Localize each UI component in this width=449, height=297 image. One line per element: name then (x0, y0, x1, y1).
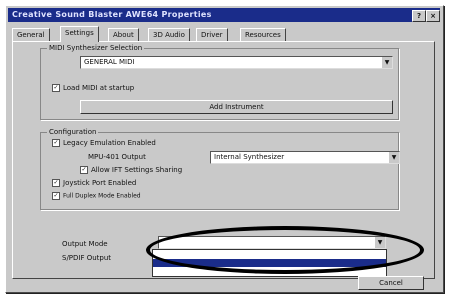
tab-driver[interactable]: Driver (196, 28, 228, 41)
help-button[interactable]: ? (412, 10, 426, 22)
midi-synth-select[interactable]: GENERAL MIDI ▼ (80, 56, 393, 69)
list-item[interactable] (153, 267, 386, 275)
full-duplex-label: Full Duplex Mode Enabled (63, 192, 141, 200)
tab-general[interactable]: General (12, 28, 50, 41)
list-item[interactable] (153, 259, 386, 267)
chevron-down-icon[interactable]: ▼ (381, 57, 392, 68)
midi-group-legend: MIDI Synthesizer Selection (47, 44, 145, 52)
midi-synth-value: GENERAL MIDI (84, 58, 135, 66)
checkbox-icon[interactable]: ✓ (80, 166, 88, 174)
allow-sharing-label: Allow IFT Settings Sharing (91, 166, 183, 174)
mpu-output-label: MPU-401 Output (88, 153, 146, 161)
cancel-button[interactable]: Cancel (358, 276, 424, 290)
full-duplex-checkbox[interactable]: ✓ Full Duplex Mode Enabled (52, 192, 141, 200)
chevron-down-icon[interactable]: ▼ (374, 237, 385, 248)
checkbox-icon[interactable]: ✓ (52, 192, 60, 200)
output-mode-label: Output Mode (62, 240, 108, 248)
chevron-down-icon[interactable]: ▼ (388, 152, 399, 163)
mpu-output-select[interactable]: Internal Synthesizer ▼ (210, 151, 400, 164)
window-title: Creative Sound Blaster AWE64 Properties (12, 10, 212, 19)
joystick-port-label: Joystick Port Enabled (63, 179, 137, 187)
checkbox-icon[interactable]: ✓ (52, 84, 60, 92)
configuration-legend: Configuration (47, 128, 99, 136)
output-mode-select[interactable]: ▼ (158, 236, 386, 249)
mpu-output-value: Internal Synthesizer (214, 153, 285, 161)
joystick-port-checkbox[interactable]: ✓ Joystick Port Enabled (52, 179, 136, 187)
close-button[interactable]: × (426, 10, 440, 22)
checkbox-icon[interactable]: ✓ (52, 179, 60, 187)
tab-about[interactable]: About (108, 28, 139, 41)
checkbox-icon[interactable]: ✓ (52, 139, 60, 147)
load-midi-checkbox[interactable]: ✓ Load MIDI at startup (52, 84, 134, 92)
legacy-emulation-checkbox[interactable]: ✓ Legacy Emulation Enabled (52, 139, 156, 147)
add-instrument-button[interactable]: Add Instrument (80, 100, 393, 114)
output-mode-dropdown-list[interactable] (152, 249, 387, 277)
list-item[interactable] (153, 251, 386, 259)
title-bar: Creative Sound Blaster AWE64 Properties … (8, 8, 440, 22)
tab-resources[interactable]: Resources (240, 28, 286, 41)
allow-sharing-checkbox[interactable]: ✓ Allow IFT Settings Sharing (80, 166, 182, 174)
tab-settings[interactable]: Settings (60, 26, 99, 42)
load-midi-label: Load MIDI at startup (63, 84, 135, 92)
spdif-output-label: S/PDIF Output (62, 254, 112, 262)
legacy-emulation-label: Legacy Emulation Enabled (63, 139, 156, 147)
tab-3d-audio[interactable]: 3D Audio (148, 28, 190, 41)
